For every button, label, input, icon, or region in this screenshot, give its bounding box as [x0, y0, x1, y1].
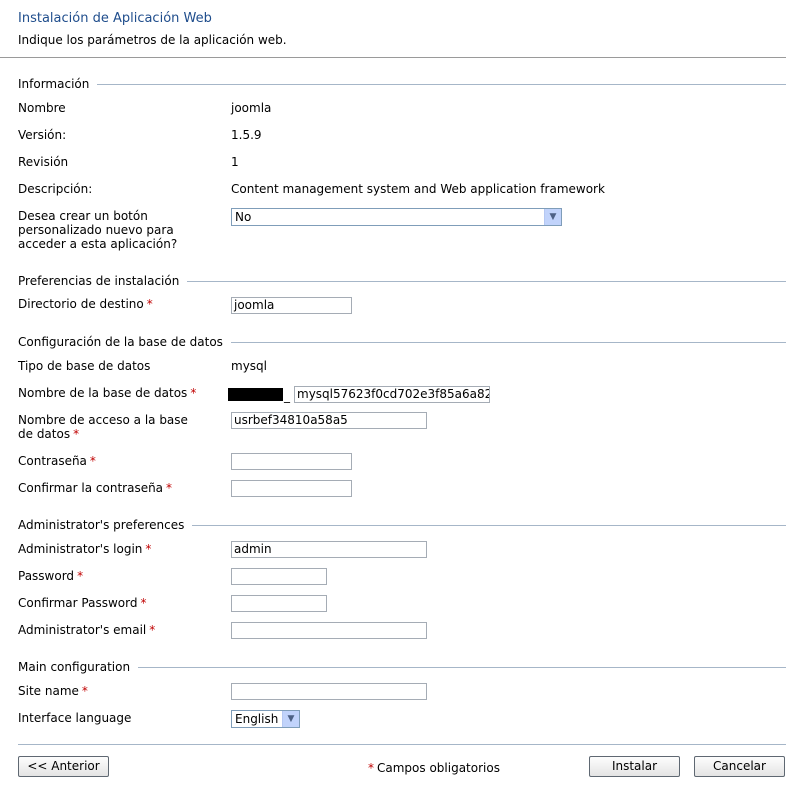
db-name-input[interactable]: mysql57623f0cd702e3f85a6a823fd	[294, 386, 490, 403]
version-label: Versión:	[18, 128, 67, 142]
revision-value: 1	[231, 155, 239, 169]
section-divider	[127, 667, 786, 668]
description-value: Content management system and Web applic…	[231, 182, 605, 196]
db-prefix-redacted	[228, 388, 283, 401]
db-password-label: Contraseña *	[18, 454, 223, 468]
required-marker: *	[89, 454, 96, 468]
site-name-input[interactable]	[231, 683, 427, 700]
admin-confirm-label-text: Confirmar Password	[18, 596, 138, 610]
db-login-label-text: Nombre de acceso a la base de datos	[18, 413, 188, 441]
custom-button-select[interactable]: No ▼	[231, 208, 562, 226]
section-divider	[210, 342, 786, 343]
section-divider	[175, 525, 786, 526]
required-marker: *	[145, 542, 152, 556]
db-password-input[interactable]	[231, 453, 352, 470]
required-marker: *	[73, 427, 80, 441]
required-marker: *	[149, 623, 156, 637]
admin-email-input[interactable]	[231, 622, 427, 639]
custom-button-label: Desea crear un botón personalizado nuevo…	[18, 209, 178, 251]
db-prefix-separator: _	[284, 389, 290, 403]
admin-email-label-text: Administrator's email	[18, 623, 147, 637]
dest-dir-label: Directorio de destino *	[18, 297, 223, 311]
install-button[interactable]: Instalar	[589, 756, 680, 777]
db-login-label: Nombre de acceso a la base de datos *	[18, 413, 203, 441]
admin-password-label-text: Password	[18, 569, 75, 583]
language-select[interactable]: English ▼	[231, 710, 300, 728]
admin-login-label-text: Administrator's login	[18, 542, 143, 556]
required-marker: *	[166, 481, 173, 495]
db-type-value: mysql	[231, 359, 267, 373]
required-marker: *	[140, 596, 147, 610]
db-type-label: Tipo de base de datos	[18, 359, 151, 373]
required-marker: *	[146, 297, 153, 311]
version-value: 1.5.9	[231, 128, 262, 142]
dest-dir-input[interactable]: joomla	[231, 297, 352, 314]
required-fields-note-text: Campos obligatorios	[377, 761, 500, 775]
site-name-label: Site name *	[18, 684, 223, 698]
back-button[interactable]: << Anterior	[18, 756, 109, 777]
chevron-down-icon[interactable]: ▼	[544, 209, 561, 225]
page-header: Instalación de Aplicación Web Indique lo…	[0, 0, 786, 58]
db-confirm-label: Confirmar la contraseña *	[18, 481, 223, 495]
section-title-info: Información	[18, 77, 98, 91]
required-marker: *	[77, 569, 84, 583]
section-divider	[90, 84, 786, 85]
section-title-admin: Administrator's preferences	[18, 518, 193, 532]
db-confirm-label-text: Confirmar la contraseña	[18, 481, 164, 495]
required-marker: *	[368, 761, 374, 775]
db-confirm-input[interactable]	[231, 480, 352, 497]
required-marker: *	[81, 684, 88, 698]
section-divider	[168, 281, 786, 282]
custom-button-select-value: No	[235, 210, 252, 224]
description-label: Descripción:	[18, 182, 93, 196]
footer-divider	[18, 744, 786, 745]
site-name-label-text: Site name	[18, 684, 79, 698]
language-select-value: English	[235, 712, 279, 726]
db-name-label: Nombre de la base de datos *	[18, 386, 223, 400]
chevron-down-icon[interactable]: ▼	[282, 711, 299, 727]
section-title-main: Main configuration	[18, 660, 139, 674]
page-title: Instalación de Aplicación Web	[18, 11, 212, 26]
section-title-db: Configuración de la base de datos	[18, 335, 231, 349]
required-fields-note: * Campos obligatorios	[368, 761, 500, 775]
db-login-input[interactable]: usrbef34810a58a5	[231, 412, 427, 429]
required-marker: *	[190, 386, 197, 400]
revision-label: Revisión	[18, 155, 69, 169]
language-label: Interface language	[18, 711, 132, 725]
admin-login-label: Administrator's login *	[18, 542, 223, 556]
name-label: Nombre	[18, 101, 66, 115]
admin-confirm-label: Confirmar Password *	[18, 596, 223, 610]
admin-password-input[interactable]	[231, 568, 327, 585]
admin-password-label: Password *	[18, 569, 223, 583]
dest-dir-label-text: Directorio de destino	[18, 297, 144, 311]
page-subtitle: Indique los parámetros de la aplicación …	[18, 33, 287, 47]
admin-email-label: Administrator's email *	[18, 623, 223, 637]
admin-login-input[interactable]: admin	[231, 541, 427, 558]
name-value: joomla	[231, 101, 272, 115]
admin-confirm-input[interactable]	[231, 595, 327, 612]
db-password-label-text: Contraseña	[18, 454, 87, 468]
section-title-install-prefs: Preferencias de instalación	[18, 274, 188, 288]
cancel-button[interactable]: Cancelar	[694, 756, 785, 777]
db-name-label-text: Nombre de la base de datos	[18, 386, 188, 400]
